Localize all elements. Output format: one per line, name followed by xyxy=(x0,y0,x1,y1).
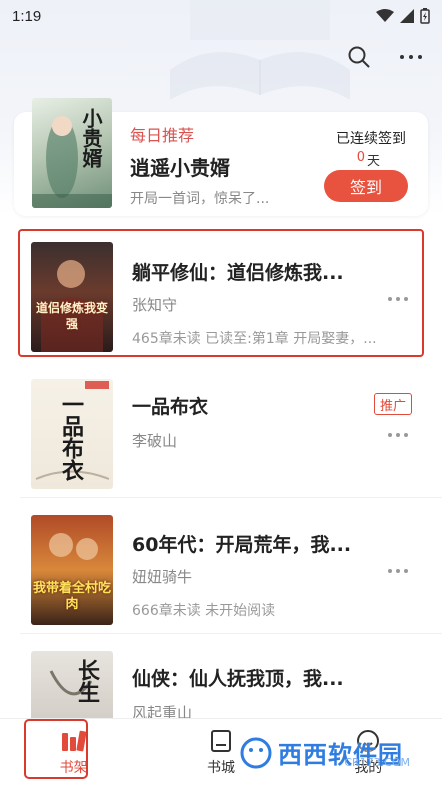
streak-label: 已连续签到 xyxy=(336,131,406,147)
book-cover[interactable]: 我带着全村吃肉 xyxy=(31,515,113,625)
book-author: 风起重山 xyxy=(132,704,193,718)
book-item[interactable]: 一品布衣 一品布衣 李破山 推广 xyxy=(0,366,442,498)
daily-book-desc: 开局一首词，惊呆了... xyxy=(130,191,270,207)
watermark-subtext: CR173.COM xyxy=(344,756,410,769)
status-time: 1:19 xyxy=(12,7,42,25)
watermark-emblem-icon xyxy=(240,737,272,769)
book-more-button[interactable] xyxy=(388,294,410,304)
daily-tag: 每日推荐 xyxy=(130,126,195,145)
checkin-button[interactable]: 签到 xyxy=(324,170,408,202)
nav-bookstore-label: 书城 xyxy=(206,759,235,776)
book-cover[interactable]: 长生 xyxy=(31,651,113,718)
daily-cover-title: 小贵婿 xyxy=(79,108,103,168)
cover-title: 道侣修炼我变强 xyxy=(35,301,108,331)
more-menu-button[interactable] xyxy=(398,44,424,70)
book-title: 躺平修仙：道侣修炼我... xyxy=(132,262,344,284)
bookstore-icon xyxy=(210,729,231,752)
book-author: 李破山 xyxy=(132,432,178,450)
search-button[interactable] xyxy=(346,44,372,70)
daily-book-cover[interactable]: 小贵婿 xyxy=(32,98,112,208)
book-more-button[interactable] xyxy=(388,430,410,440)
book-cover[interactable]: 道侣修炼我变强 xyxy=(31,242,113,352)
book-title: 仙侠：仙人抚我顶，我... xyxy=(132,668,344,690)
book-item[interactable]: 道侣修炼我变强 躺平修仙：道侣修炼我... 张知守 465章未读 已读至:第1章… xyxy=(0,228,442,360)
daily-book-title[interactable]: 逍遥小贵婿 xyxy=(130,152,230,181)
book-cover[interactable]: 一品布衣 xyxy=(31,379,113,489)
status-bar: 1:19 xyxy=(0,0,442,32)
nav-bookshelf-label: 书架 xyxy=(59,759,88,776)
book-title: 一品布衣 xyxy=(132,396,209,418)
daily-recommend-card[interactable]: 小贵婿 每日推荐 逍遥小贵婿 开局一首词，惊呆了... 已连续签到 0 天 签到 xyxy=(14,98,428,216)
book-item[interactable]: 长生 仙侠：仙人抚我顶，我... 风起重山 xyxy=(0,638,442,718)
nav-bookshelf[interactable]: 书架 xyxy=(0,719,147,786)
divider xyxy=(20,633,442,634)
book-title: 60年代：开局荒年，我... xyxy=(132,534,352,556)
more-horizontal-icon xyxy=(400,55,422,59)
divider xyxy=(20,497,442,498)
book-item[interactable]: 我带着全村吃肉 60年代：开局荒年，我... 妞妞骑牛 666章未读 未开始阅读 xyxy=(0,502,442,634)
status-icons xyxy=(376,8,430,24)
cover-title: 我带着全村吃肉 xyxy=(33,581,112,612)
search-icon xyxy=(348,46,370,68)
book-progress: 666章未读 未开始阅读 xyxy=(132,603,276,619)
cover-title: 长生 xyxy=(74,659,100,703)
streak-count: 0 天 xyxy=(357,150,380,169)
cover-art xyxy=(41,260,103,352)
battery-icon xyxy=(420,8,430,24)
header-actions xyxy=(346,44,424,70)
book-author: 妞妞骑牛 xyxy=(132,568,193,586)
bookshelf-icon xyxy=(61,730,87,751)
signal-icon xyxy=(400,9,414,23)
promo-badge: 推广 xyxy=(373,393,412,415)
wifi-icon xyxy=(376,9,394,22)
cover-title: 一品布衣 xyxy=(58,393,84,481)
streak-unit: 天 xyxy=(366,154,380,169)
book-more-button[interactable] xyxy=(388,566,410,576)
streak-number: 0 xyxy=(356,150,365,165)
book-progress: 465章未读 已读至:第1章 开局娶妻，... xyxy=(132,331,377,347)
watermark-logo: 西西软件园 CR173.COM xyxy=(238,730,418,774)
book-author: 张知守 xyxy=(132,296,178,314)
